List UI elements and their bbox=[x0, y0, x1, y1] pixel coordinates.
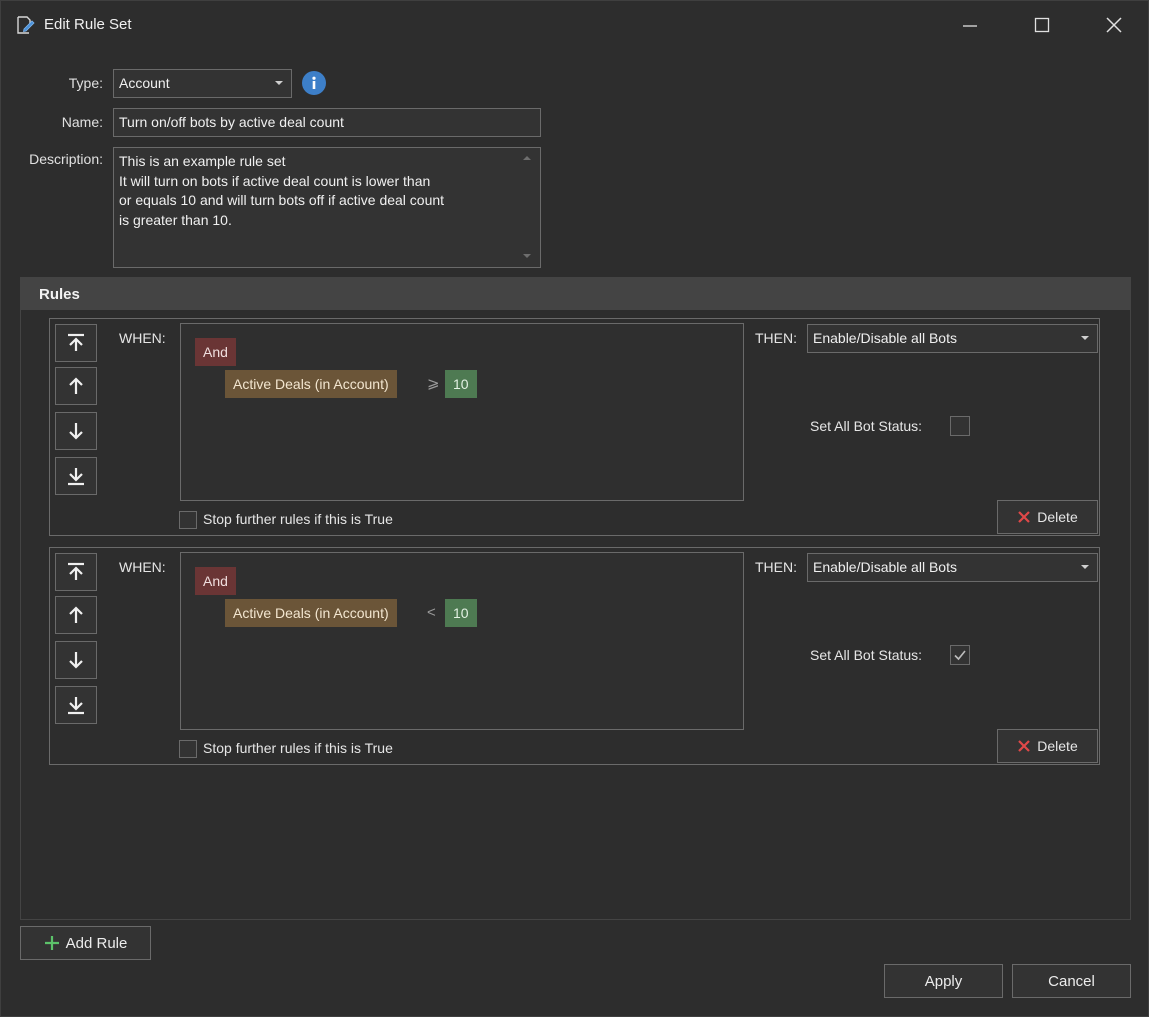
edit-rule-set-icon bbox=[15, 15, 35, 35]
move-top-button[interactable] bbox=[55, 324, 97, 362]
checkmark-icon bbox=[954, 650, 966, 661]
chevron-down-icon bbox=[1081, 336, 1089, 340]
when-label: WHEN: bbox=[119, 559, 166, 575]
condition-field-tag[interactable]: Active Deals (in Account) bbox=[225, 599, 397, 627]
edit-rule-set-window: Edit Rule Set Type: Account Name: Turn o… bbox=[0, 0, 1149, 1017]
add-rule-label: Add Rule bbox=[65, 934, 128, 952]
then-action-value: Enable/Disable all Bots bbox=[813, 559, 957, 575]
condition-box[interactable]: And Active Deals (in Account) ⩾ 10 bbox=[180, 323, 744, 501]
stop-further-rules-label: Stop further rules if this is True bbox=[203, 740, 393, 756]
set-all-bot-status-checkbox[interactable] bbox=[950, 416, 970, 436]
name-input[interactable]: Turn on/off bots by active deal count bbox=[113, 108, 541, 137]
rule-card: WHEN: And Active Deals (in Account) < 10… bbox=[49, 547, 1100, 765]
delete-x-icon bbox=[1018, 740, 1031, 752]
add-rule-button[interactable]: Add Rule bbox=[20, 926, 151, 960]
type-select-value: Account bbox=[119, 75, 170, 91]
rules-header-title: Rules bbox=[39, 286, 80, 303]
description-line: It will turn on bots if active deal coun… bbox=[119, 172, 431, 189]
scroll-up-arrow-icon[interactable] bbox=[523, 156, 531, 160]
move-up-icon bbox=[69, 606, 83, 623]
minimize-icon bbox=[963, 25, 977, 27]
then-action-select[interactable]: Enable/Disable all Bots bbox=[807, 553, 1098, 582]
delete-label: Delete bbox=[1037, 509, 1078, 525]
cancel-button[interactable]: Cancel bbox=[1012, 964, 1131, 998]
move-down-button[interactable] bbox=[55, 412, 97, 450]
type-select[interactable]: Account bbox=[113, 69, 292, 98]
delete-rule-button[interactable]: Delete bbox=[997, 729, 1098, 763]
scroll-down-arrow-icon[interactable] bbox=[523, 254, 531, 258]
description-line: is greater than 10. bbox=[119, 211, 232, 228]
and-operator-tag[interactable]: And bbox=[195, 567, 236, 595]
type-label: Type: bbox=[68, 75, 103, 91]
close-button[interactable] bbox=[1091, 7, 1137, 43]
move-bottom-icon bbox=[68, 468, 84, 486]
name-input-value: Turn on/off bots by active deal count bbox=[119, 114, 344, 130]
move-down-icon bbox=[69, 423, 83, 440]
condition-value-tag[interactable]: 10 bbox=[445, 599, 477, 627]
stop-further-rules-checkbox[interactable] bbox=[179, 740, 197, 758]
apply-button[interactable]: Apply bbox=[884, 964, 1003, 998]
then-label: THEN: bbox=[755, 330, 797, 346]
description-label: Description: bbox=[29, 151, 103, 167]
description-line: or equals 10 and will turn bots off if a… bbox=[119, 192, 445, 208]
move-top-icon bbox=[68, 333, 84, 351]
chevron-down-icon bbox=[275, 81, 283, 85]
set-all-bot-status-label: Set All Bot Status: bbox=[810, 418, 923, 434]
title-bar: Edit Rule Set bbox=[1, 1, 1148, 49]
rules-panel: Rules WHEN: And Active Deals (in Account… bbox=[20, 277, 1131, 920]
delete-x-icon bbox=[1018, 511, 1031, 523]
stop-further-rules-label: Stop further rules if this is True bbox=[203, 511, 393, 527]
then-action-value: Enable/Disable all Bots bbox=[813, 330, 957, 346]
maximize-button[interactable] bbox=[1019, 7, 1065, 43]
cancel-label: Cancel bbox=[1048, 972, 1095, 990]
condition-operator[interactable]: < bbox=[427, 599, 436, 627]
name-label: Name: bbox=[61, 114, 103, 130]
condition-operator[interactable]: ⩾ bbox=[427, 370, 440, 398]
then-label: THEN: bbox=[755, 559, 797, 575]
condition-box[interactable]: And Active Deals (in Account) < 10 bbox=[180, 552, 744, 730]
window-title: Edit Rule Set bbox=[44, 16, 132, 33]
rule-card: WHEN: And Active Deals (in Account) ⩾ 10… bbox=[49, 318, 1100, 536]
move-down-button[interactable] bbox=[55, 641, 97, 679]
and-operator-tag[interactable]: And bbox=[195, 338, 236, 366]
rules-header: Rules bbox=[21, 278, 1130, 310]
info-icon[interactable] bbox=[302, 71, 326, 95]
condition-value-tag[interactable]: 10 bbox=[445, 370, 477, 398]
set-all-bot-status-label: Set All Bot Status: bbox=[810, 647, 923, 663]
move-up-icon bbox=[69, 377, 83, 394]
move-top-button[interactable] bbox=[55, 553, 97, 591]
description-line: This is an example rule set bbox=[119, 153, 286, 169]
description-textarea[interactable]: This is an example rule set It will turn… bbox=[113, 147, 541, 268]
set-all-bot-status-checkbox[interactable] bbox=[950, 645, 970, 665]
delete-rule-button[interactable]: Delete bbox=[997, 500, 1098, 534]
delete-label: Delete bbox=[1037, 738, 1078, 754]
move-up-button[interactable] bbox=[55, 596, 97, 634]
apply-label: Apply bbox=[924, 972, 963, 990]
chevron-down-icon bbox=[1081, 565, 1089, 569]
add-plus-icon bbox=[44, 936, 59, 950]
when-label: WHEN: bbox=[119, 330, 166, 346]
close-icon bbox=[1106, 17, 1122, 33]
stop-further-rules-checkbox[interactable] bbox=[179, 511, 197, 529]
then-action-select[interactable]: Enable/Disable all Bots bbox=[807, 324, 1098, 353]
move-top-icon bbox=[68, 562, 84, 580]
move-bottom-button[interactable] bbox=[55, 457, 97, 495]
move-bottom-icon bbox=[68, 697, 84, 715]
move-bottom-button[interactable] bbox=[55, 686, 97, 724]
move-down-icon bbox=[69, 652, 83, 669]
condition-field-tag[interactable]: Active Deals (in Account) bbox=[225, 370, 397, 398]
maximize-icon bbox=[1034, 17, 1050, 33]
minimize-button[interactable] bbox=[947, 7, 993, 43]
move-up-button[interactable] bbox=[55, 367, 97, 405]
